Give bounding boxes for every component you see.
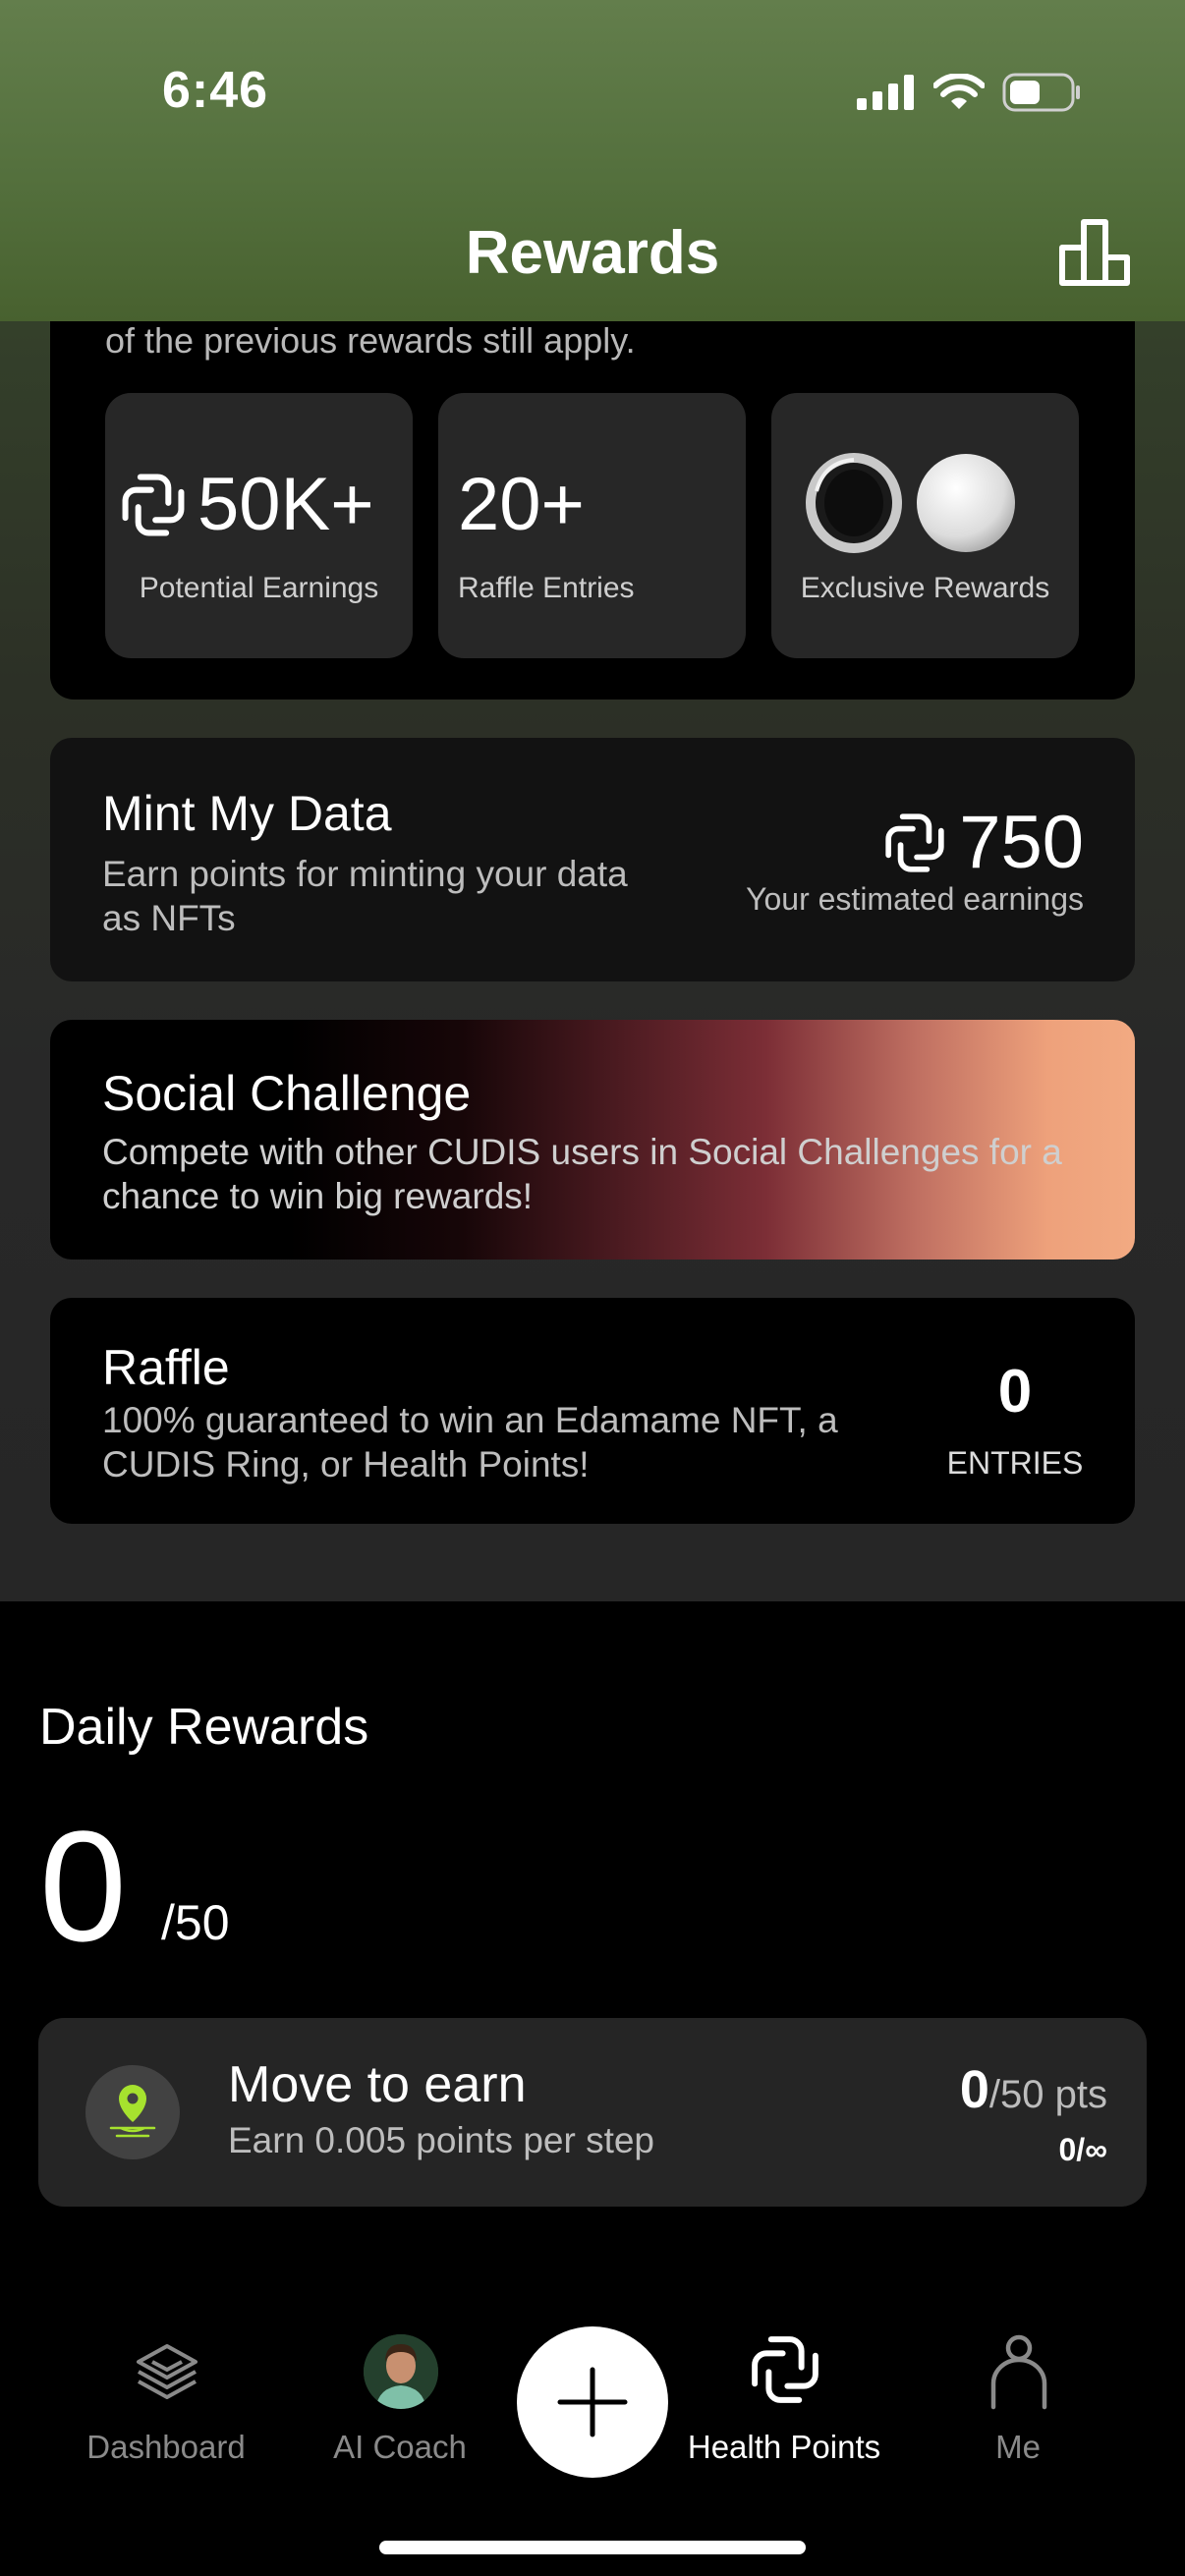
stat-label-exclusive-rewards: Exclusive Rewards — [800, 572, 1050, 604]
mint-title: Mint My Data — [102, 786, 392, 841]
stat-value-potential-earnings: 50K+ — [198, 463, 374, 546]
tab-dashboard-label: Dashboard — [86, 2429, 246, 2465]
tab-me-label: Me — [995, 2429, 1041, 2465]
raffle-description: 100% guaranteed to win an Edamame NFT, a… — [102, 1400, 838, 1484]
stat-label-potential-earnings: Potential Earnings — [139, 572, 379, 604]
device-image — [917, 454, 1015, 552]
mint-value-caption: Your estimated earnings — [746, 881, 1084, 917]
daily-rewards-current: 0 — [39, 1798, 127, 1974]
status-time: 6:46 — [162, 62, 269, 119]
status-icons — [857, 73, 1081, 112]
plus-icon — [557, 2367, 628, 2437]
bottom-tab-bar: Dashboard AI Coach Health Points Me — [0, 2279, 1185, 2576]
health-points-icon — [752, 2336, 818, 2403]
layers-icon — [137, 2344, 198, 2399]
stat-label-raffle-entries: Raffle Entries — [458, 572, 635, 604]
daily-rewards-max: /50 — [161, 1895, 230, 1950]
move-points-value: 0 — [959, 2060, 989, 2119]
rewards-screen: of the previous rewards still apply. 50K… — [0, 0, 1185, 2576]
ring-image — [806, 453, 902, 553]
raffle-entry-count: 0 — [997, 1358, 1033, 1426]
leaderboard-chart-icon[interactable] — [1058, 218, 1131, 287]
move-icon-container — [85, 2065, 180, 2159]
social-description: Compete with other CUDIS users in Social… — [102, 1132, 1062, 1216]
summary-intro-text: of the previous rewards still apply. — [105, 320, 636, 361]
battery-icon — [1002, 73, 1080, 112]
move-to-earn-card[interactable]: Move to earn Earn 0.005 points per step … — [38, 2018, 1147, 2207]
location-pin-icon — [109, 2085, 156, 2138]
app-header: 6:46 Rewards — [0, 0, 1185, 321]
stat-tile-raffle-entries: 20+ Raffle Entries — [438, 393, 746, 658]
stat-tile-exclusive-rewards: Exclusive Rewards — [771, 393, 1079, 658]
person-icon — [990, 2334, 1047, 2410]
mint-description: Earn points for minting your data as NFT… — [102, 854, 628, 938]
wifi-icon — [933, 74, 985, 109]
rewards-summary-card[interactable]: of the previous rewards still apply. 50K… — [50, 295, 1135, 700]
social-title: Social Challenge — [102, 1066, 472, 1121]
mint-my-data-card[interactable]: Mint My Data Earn points for minting you… — [50, 738, 1135, 981]
stat-value-raffle-entries: 20+ — [458, 463, 585, 546]
home-indicator — [379, 2541, 806, 2554]
raffle-title: Raffle — [102, 1340, 230, 1395]
move-to-earn-points: 0/50 pts — [960, 2059, 1107, 2120]
add-button[interactable] — [517, 2326, 668, 2478]
coach-avatar — [364, 2334, 438, 2409]
tab-health-points-label: Health Points — [687, 2429, 881, 2465]
raffle-card[interactable]: Raffle 100% guaranteed to win an Edamame… — [50, 1298, 1135, 1524]
tab-ai-coach-label: AI Coach — [333, 2429, 467, 2465]
mint-estimated-value: 750 — [882, 800, 1084, 885]
raffle-entries-label: ENTRIES — [946, 1445, 1084, 1481]
cellular-signal-icon — [857, 75, 914, 110]
move-to-earn-title: Move to earn — [228, 2056, 527, 2113]
social-challenge-card[interactable]: Social Challenge Compete with other CUDI… — [50, 1020, 1135, 1260]
page-title: Rewards — [465, 219, 720, 287]
move-points-suffix: /50 pts — [988, 2073, 1107, 2116]
mint-value-number: 750 — [959, 801, 1084, 884]
health-points-icon — [122, 474, 185, 535]
move-to-earn-limit: 0/∞ — [1058, 2132, 1108, 2167]
health-points-icon — [885, 812, 944, 872]
daily-rewards-title: Daily Rewards — [39, 1699, 369, 1756]
move-to-earn-description: Earn 0.005 points per step — [228, 2120, 655, 2160]
stat-tile-potential-earnings: 50K+ Potential Earnings — [105, 393, 413, 658]
